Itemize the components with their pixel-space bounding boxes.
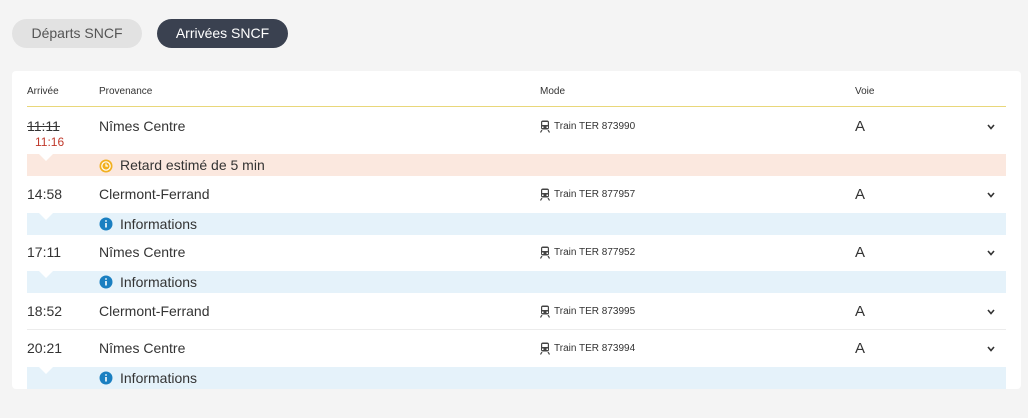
tab-departures[interactable]: Départs SNCF [12, 19, 142, 48]
mode-label: Train TER 873994 [554, 343, 636, 354]
track: A [855, 303, 866, 320]
table-row[interactable]: 17:11 Nîmes Centre Train TER 877952 A [27, 234, 1006, 271]
notice-text: Informations [120, 274, 198, 290]
origin: Clermont-Ferrand [99, 186, 210, 202]
tab-arrivals[interactable]: Arrivées SNCF [157, 19, 288, 48]
chevron-down-icon[interactable] [985, 344, 997, 354]
origin: Nîmes Centre [99, 118, 186, 134]
mode: Train TER 877952 [540, 246, 635, 259]
header-track: Voie [855, 86, 875, 97]
mode: Train TER 873995 [540, 305, 635, 318]
origin: Nîmes Centre [99, 340, 186, 356]
track: A [855, 340, 866, 357]
scheduled-time: 20:21 [27, 340, 63, 356]
notice-text: Informations [120, 370, 198, 386]
table-header: Arrivée Provenance Mode Voie [27, 71, 1006, 107]
mode: Train TER 873990 [540, 120, 635, 133]
arrivals-board: Arrivée Provenance Mode Voie 11:11 11:16… [12, 71, 1021, 389]
header-arrival: Arrivée [27, 86, 59, 97]
origin: Nîmes Centre [99, 244, 186, 260]
delay-notice: Retard estimé de 5 min [27, 154, 1006, 176]
track: A [855, 118, 866, 135]
chevron-down-icon[interactable] [985, 190, 997, 200]
origin: Clermont-Ferrand [99, 303, 210, 319]
mode-label: Train TER 877952 [554, 247, 636, 258]
chevron-down-icon[interactable] [985, 248, 997, 258]
train-icon [540, 342, 550, 355]
mode: Train TER 873994 [540, 342, 635, 355]
header-mode: Mode [540, 86, 566, 97]
scheduled-time: 17:11 [27, 244, 61, 260]
mode: Train TER 877957 [540, 188, 635, 201]
track: A [855, 186, 866, 203]
info-icon [99, 275, 113, 289]
table-row[interactable]: 20:21 Nîmes Centre Train TER 873994 A [27, 330, 1006, 367]
train-icon [540, 120, 550, 133]
mode-label: Train TER 877957 [554, 189, 636, 200]
scheduled-time: 14:58 [27, 186, 63, 202]
train-icon [540, 246, 550, 259]
track: A [855, 244, 866, 261]
table-row[interactable]: 11:11 11:16 Nîmes Centre Train TER 87399… [27, 108, 1006, 154]
chevron-down-icon[interactable] [985, 307, 997, 317]
info-notice[interactable]: Informations [27, 271, 1006, 293]
mode-label: Train TER 873990 [554, 121, 636, 132]
notice-text: Retard estimé de 5 min [120, 157, 265, 173]
table-row[interactable]: 18:52 Clermont-Ferrand Train TER 873995 … [27, 293, 1006, 330]
notice-text: Informations [120, 216, 198, 232]
chevron-down-icon[interactable] [985, 122, 997, 132]
updated-time: 11:16 [35, 135, 65, 149]
info-notice[interactable]: Informations [27, 213, 1006, 235]
info-icon [99, 217, 113, 231]
header-origin: Provenance [99, 86, 153, 97]
scheduled-time: 11:11 [27, 118, 60, 134]
scheduled-time: 18:52 [27, 303, 63, 319]
train-icon [540, 188, 550, 201]
info-icon [99, 371, 113, 385]
clock-icon [99, 159, 113, 173]
info-notice[interactable]: Informations [27, 367, 1006, 389]
train-icon [540, 305, 550, 318]
mode-label: Train TER 873995 [554, 306, 636, 317]
table-row[interactable]: 14:58 Clermont-Ferrand Train TER 877957 … [27, 176, 1006, 213]
